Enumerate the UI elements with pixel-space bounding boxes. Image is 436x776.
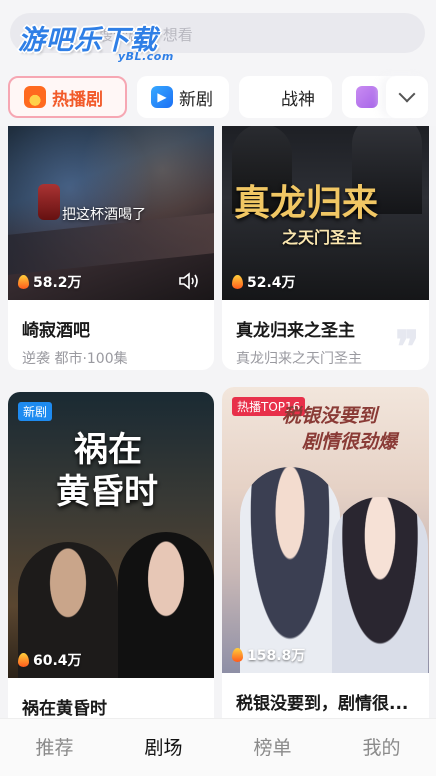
category-tabs: 热播剧 ▶ 新剧 ✕ 战神 bbox=[0, 76, 436, 120]
nav-recommend[interactable]: 推荐 bbox=[0, 719, 109, 776]
tab-label: 战神 bbox=[281, 89, 315, 110]
flame-icon bbox=[232, 275, 243, 289]
tab-label: 新剧 bbox=[179, 89, 213, 110]
quote-icon: ❞ bbox=[395, 322, 419, 370]
header: 搜索剧名·想看 游吧乐下载 yBL.com 热播剧 ▶ 新剧 ✕ 战神 bbox=[0, 0, 436, 126]
poster-title-line2: 剧情很劲爆 bbox=[302, 431, 398, 453]
poster-title-line2: 黄昏时 bbox=[56, 472, 158, 512]
drama-card[interactable]: 把这杯酒喝了 58.2万 崎寂酒吧 逆袭 都市·100集 bbox=[8, 126, 214, 370]
heat-count: 158.8万 bbox=[232, 645, 305, 665]
drama-title: 真龙归来之圣主 bbox=[236, 321, 355, 341]
logo-subtext: yBL.com bbox=[118, 50, 174, 63]
expand-tabs-button[interactable] bbox=[386, 76, 428, 118]
drama-tags: 逆袭 都市·100集 bbox=[22, 351, 128, 367]
nav-ranking[interactable]: 榜单 bbox=[218, 719, 327, 776]
flame-icon bbox=[24, 86, 46, 108]
drama-card[interactable]: 真龙归来 之天门圣主 52.4万 真龙归来之圣主 真龙归来之天门圣主 ❞ bbox=[222, 126, 429, 370]
poster-title: 真龙归来 bbox=[234, 182, 379, 224]
poster-title-line1: 税银没要到 bbox=[282, 405, 378, 427]
tab-hot[interactable]: 热播剧 bbox=[8, 76, 127, 118]
poster-image: 真龙归来 之天门圣主 52.4万 bbox=[222, 126, 429, 300]
play-square-icon: ▶ bbox=[151, 86, 173, 108]
drama-title: 崎寂酒吧 bbox=[22, 321, 90, 341]
poster-subtitle: 之天门圣主 bbox=[282, 228, 363, 247]
nav-mine[interactable]: 我的 bbox=[327, 719, 436, 776]
tab-new[interactable]: ▶ 新剧 bbox=[137, 76, 229, 118]
drama-feed[interactable]: 把这杯酒喝了 58.2万 崎寂酒吧 逆袭 都市·100集 真龙归来 之天门圣主 … bbox=[0, 126, 436, 718]
chevron-down-icon bbox=[398, 85, 416, 103]
drama-subtitle: 真龙归来之天门圣主 bbox=[236, 351, 362, 367]
nav-theater[interactable]: 剧场 bbox=[109, 719, 218, 776]
flame-icon bbox=[18, 275, 29, 289]
heat-count: 58.2万 bbox=[18, 272, 82, 292]
drama-card[interactable]: 新剧 祸在 黄昏时 60.4万 祸在黄昏时 bbox=[8, 392, 214, 718]
watermark-logo: 游吧乐下载 yBL.com bbox=[18, 18, 188, 66]
heat-count: 52.4万 bbox=[232, 272, 296, 292]
drama-card[interactable]: 热播TOP16 税银没要到 剧情很劲爆 158.8万 税银没要到，剧情很... bbox=[222, 387, 429, 718]
bottom-nav: 推荐 剧场 榜单 我的 bbox=[0, 718, 436, 776]
flame-icon bbox=[18, 653, 29, 667]
tab-label: 热播剧 bbox=[52, 89, 103, 110]
new-badge: 新剧 bbox=[18, 402, 53, 421]
person-icon bbox=[356, 86, 378, 108]
tab-war-god[interactable]: ✕ 战神 bbox=[239, 76, 332, 118]
flame-icon bbox=[232, 648, 243, 662]
poster-caption: 把这杯酒喝了 bbox=[62, 207, 146, 223]
poster-image: 热播TOP16 税银没要到 剧情很劲爆 158.8万 bbox=[222, 387, 429, 673]
crossed-swords-icon: ✕ bbox=[258, 90, 270, 104]
heat-count: 60.4万 bbox=[18, 650, 82, 670]
drama-title: 祸在黄昏时 bbox=[22, 699, 107, 718]
poster-image: 把这杯酒喝了 58.2万 bbox=[8, 126, 214, 300]
poster-image: 新剧 祸在 黄昏时 60.4万 bbox=[8, 392, 214, 678]
drama-title: 税银没要到，剧情很... bbox=[236, 694, 409, 714]
volume-icon[interactable] bbox=[178, 272, 202, 290]
